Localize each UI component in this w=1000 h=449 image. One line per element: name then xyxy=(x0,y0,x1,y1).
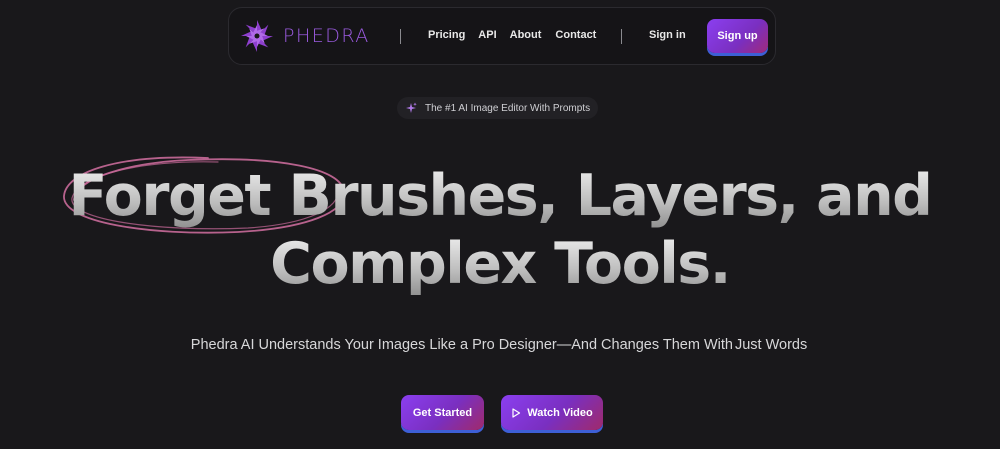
phedra-logo-icon xyxy=(241,20,273,52)
nav-link-contact[interactable]: Contact xyxy=(555,29,596,41)
announcement-badge: The #1 AI Image Editor With Prompts xyxy=(397,97,599,119)
nav-link-api[interactable]: API xyxy=(478,29,496,41)
nav-link-about[interactable]: About xyxy=(510,29,542,41)
sign-up-button[interactable]: Sign up xyxy=(707,19,768,53)
sign-in-link[interactable]: Sign in xyxy=(649,29,686,41)
sparkle-icon xyxy=(406,102,417,113)
watch-video-label: Watch Video xyxy=(527,406,593,419)
hero-headline-line-2: Complex Tools. xyxy=(0,231,1000,297)
play-icon xyxy=(512,407,521,418)
brand-logo[interactable]: PHEDRA xyxy=(239,18,370,54)
subtitle-text: Phedra AI Understands Your Images Like a… xyxy=(190,337,733,353)
nav-divider xyxy=(400,29,401,44)
brand-name: PHEDRA xyxy=(283,25,370,47)
nav-link-pricing[interactable]: Pricing xyxy=(428,29,465,41)
top-nav: PHEDRA Pricing API About Contact Sign in… xyxy=(228,7,776,65)
get-started-button[interactable]: Get Started xyxy=(401,395,484,430)
nav-divider xyxy=(621,29,622,44)
badge-text: The #1 AI Image Editor With Prompts xyxy=(425,102,591,114)
subtitle-highlight: Just Words xyxy=(734,337,808,353)
nav-links: Pricing API About Contact xyxy=(428,29,596,41)
hero-headline-line-1: Forget Brushes, Layers, and xyxy=(0,163,1000,229)
hero-subtitle: Phedra AI Understands Your Images Like a… xyxy=(0,337,1000,353)
get-started-label: Get Started xyxy=(412,406,473,419)
watch-video-button[interactable]: Watch Video xyxy=(501,395,603,430)
